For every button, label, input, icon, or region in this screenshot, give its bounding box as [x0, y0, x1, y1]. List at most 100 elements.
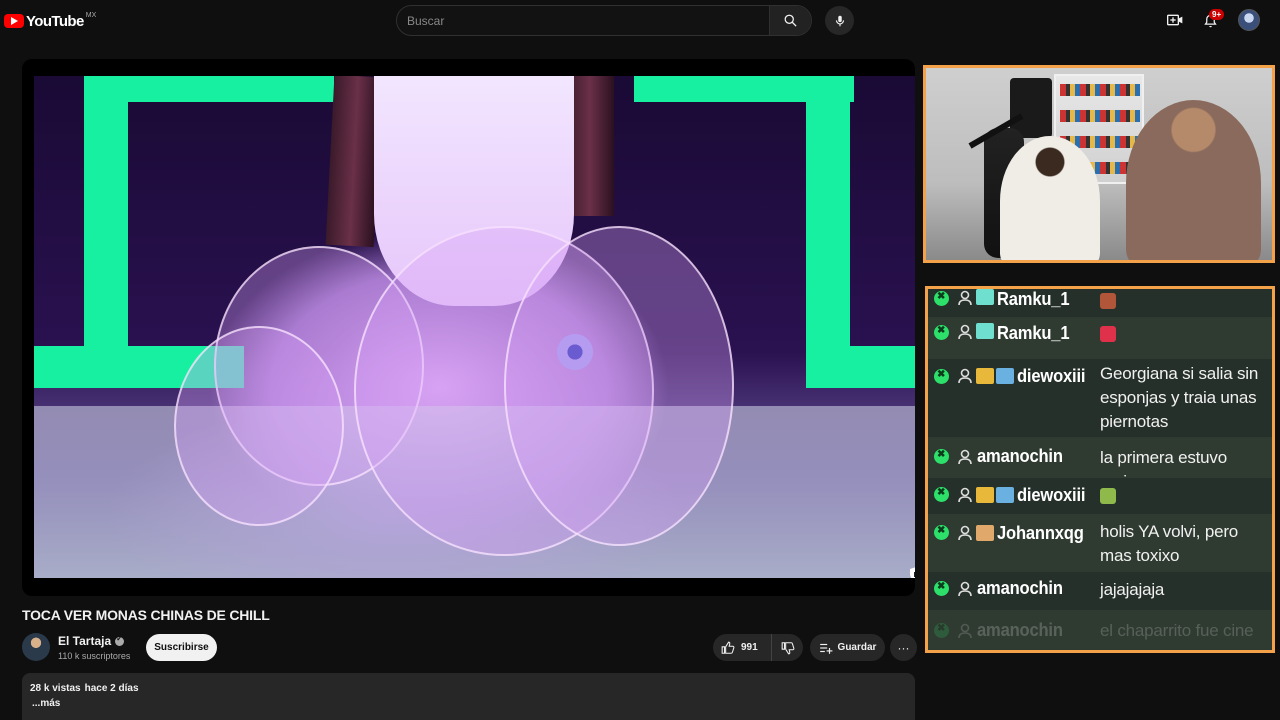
chat-username: Ramku_1 — [997, 289, 1070, 309]
chat-text: Georgiana si salia sin esponjas y traia … — [1100, 364, 1259, 431]
search-icon — [784, 14, 797, 27]
chat-username: Johannxqg — [997, 523, 1084, 543]
youtube-watch-page: YouTube MX 9+ — [0, 0, 1280, 720]
youtube-logo[interactable]: YouTube MX — [4, 11, 96, 31]
emote-icon — [1100, 326, 1116, 342]
view-count: 28 k vistas — [30, 683, 81, 694]
user-icon — [958, 487, 972, 503]
subscribe-button[interactable]: Suscribirse — [146, 634, 217, 661]
create-icon — [1167, 14, 1183, 26]
emote-icon — [1100, 293, 1116, 309]
dislike-button[interactable] — [772, 634, 803, 661]
chat-username: amanochin — [977, 446, 1063, 466]
video-player[interactable] — [22, 59, 915, 596]
dress-ruffle — [174, 326, 344, 526]
gift-badge-icon — [976, 289, 994, 305]
mic-icon — [835, 15, 844, 26]
chat-message: Johannxqg holis YA volvi, pero mas toxix… — [928, 515, 1272, 569]
chat-username: amanochin — [977, 620, 1063, 640]
notification-count-badge: 9+ — [1209, 9, 1225, 20]
chat-message: Ramku_1 — [928, 323, 1272, 355]
shield-icon — [910, 567, 915, 578]
stage-light — [84, 76, 128, 388]
chat-username: diewoxiii — [1017, 485, 1086, 505]
avatar-badge-icon — [996, 487, 1014, 503]
user-icon — [958, 581, 972, 597]
chat-text: el chaparrito fue cine — [1100, 621, 1254, 640]
voice-search-button[interactable] — [825, 6, 854, 35]
live-chat-overlay: Ramku_1 Ramku_1 diewoxiii Georgiana si s… — [925, 286, 1275, 653]
platform-badge-icon — [934, 325, 949, 340]
save-button[interactable]: Guardar — [810, 634, 885, 661]
gift-badge-icon — [976, 323, 994, 339]
video-title: TOCA VER MONAS CHINAS DE CHILL — [22, 607, 270, 623]
platform-badge-icon — [934, 525, 949, 540]
channel-name: El Tartaja — [58, 634, 112, 648]
upload-date: hace 2 días — [84, 683, 139, 694]
emote-icon — [1100, 488, 1116, 504]
streamer-left — [1000, 136, 1100, 260]
chat-message: Ramku_1 — [928, 289, 1272, 317]
youtube-play-icon — [4, 14, 24, 28]
crown-badge-icon — [976, 487, 994, 503]
chat-text: holis YA volvi, pero mas toxixo — [1100, 522, 1239, 565]
chat-username: Ramku_1 — [997, 323, 1070, 343]
save-label: Guardar — [837, 642, 877, 653]
user-icon — [958, 290, 972, 306]
more-icon: ··· — [897, 640, 910, 655]
subscriber-count: 110 k suscriptores — [58, 651, 131, 661]
shelf-row — [1060, 84, 1140, 96]
country-code: MX — [85, 11, 97, 19]
dress-ruffle — [504, 226, 734, 546]
shelf-row — [1060, 110, 1140, 122]
chat-text: jajajajaja — [1100, 580, 1165, 599]
user-icon — [958, 368, 972, 384]
platform-badge-icon — [934, 581, 949, 596]
avatar-badge-icon — [996, 368, 1014, 384]
like-dislike-group: 991 — [713, 634, 803, 661]
crown-badge-icon — [976, 368, 994, 384]
like-button[interactable]: 991 — [713, 634, 772, 661]
dress-brooch — [554, 331, 596, 373]
search-input[interactable] — [397, 6, 771, 35]
platform-badge-icon — [934, 623, 949, 638]
platform-badge-icon — [934, 449, 949, 464]
video-frame — [34, 76, 915, 578]
thumbs-down-icon — [781, 641, 794, 654]
avatar-badge-icon — [976, 525, 994, 541]
show-more-link[interactable]: ...más — [32, 698, 60, 709]
streamer-right — [1126, 100, 1261, 260]
thumbs-up-icon — [721, 641, 735, 654]
playlist-add-icon — [819, 643, 832, 654]
stage-light — [806, 346, 915, 388]
verified-icon — [115, 634, 125, 646]
channel-name-link[interactable]: El Tartaja — [58, 634, 125, 648]
chat-message: amanochin el chaparrito fue cine — [928, 615, 1272, 650]
platform-badge-icon — [934, 487, 949, 502]
platform-badge-icon — [934, 291, 949, 306]
more-actions-button[interactable]: ··· — [890, 634, 917, 661]
logo-wordmark: YouTube — [26, 12, 84, 30]
chat-message: diewoxiii Georgiana si salia sin esponja… — [928, 359, 1272, 437]
stage-light — [806, 76, 850, 386]
account-avatar[interactable] — [1238, 9, 1260, 31]
search-button[interactable] — [769, 6, 811, 35]
search-box — [396, 5, 812, 36]
like-count: 991 — [741, 642, 758, 653]
streamer-webcam — [923, 65, 1275, 263]
description-box[interactable]: 28 k vistas hace 2 días ...más — [22, 673, 915, 720]
chat-message: amanochin jajajajaja — [928, 572, 1272, 610]
chat-username: diewoxiii — [1017, 366, 1086, 386]
channel-avatar[interactable] — [22, 633, 50, 661]
chat-username: amanochin — [977, 578, 1063, 598]
top-bar: YouTube MX 9+ — [0, 0, 1280, 42]
user-icon — [958, 449, 972, 465]
user-icon — [958, 324, 972, 340]
user-icon — [958, 623, 972, 639]
chat-message: diewoxiii — [928, 478, 1272, 514]
video-meta: 28 k vistas hace 2 días — [30, 683, 139, 694]
chat-message: amanochin la primera estuvo mejor — [928, 441, 1272, 491]
platform-badge-icon — [934, 369, 949, 384]
create-button[interactable] — [1164, 10, 1186, 30]
user-icon — [958, 525, 972, 541]
